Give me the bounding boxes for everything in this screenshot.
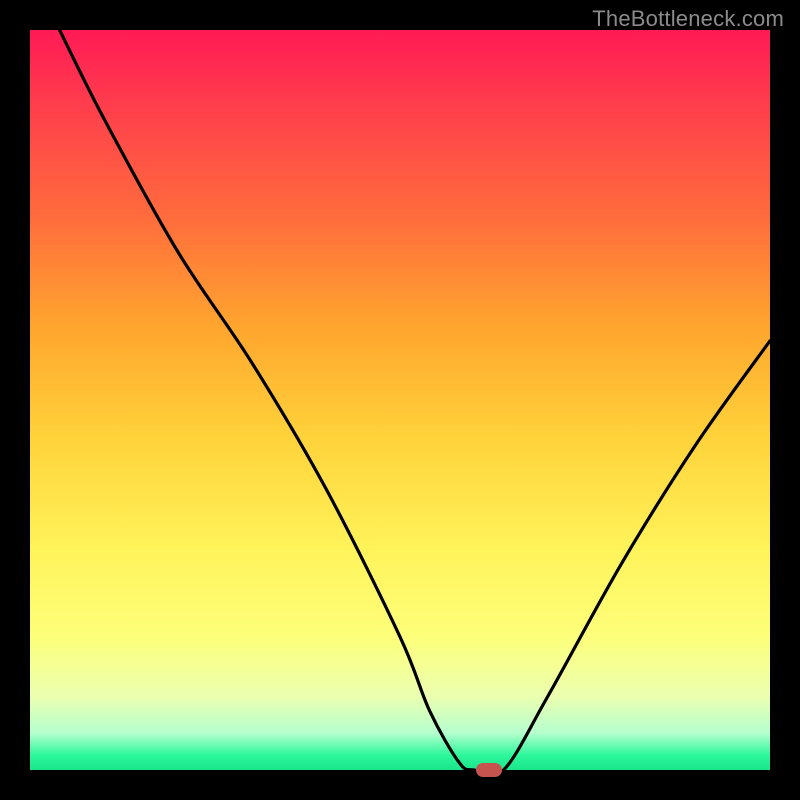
chart-frame: TheBottleneck.com [0, 0, 800, 800]
plot-area [30, 30, 770, 770]
optimal-marker [476, 763, 502, 777]
bottleneck-curve [30, 30, 770, 770]
curve-path [60, 30, 770, 770]
watermark-text: TheBottleneck.com [592, 6, 784, 32]
